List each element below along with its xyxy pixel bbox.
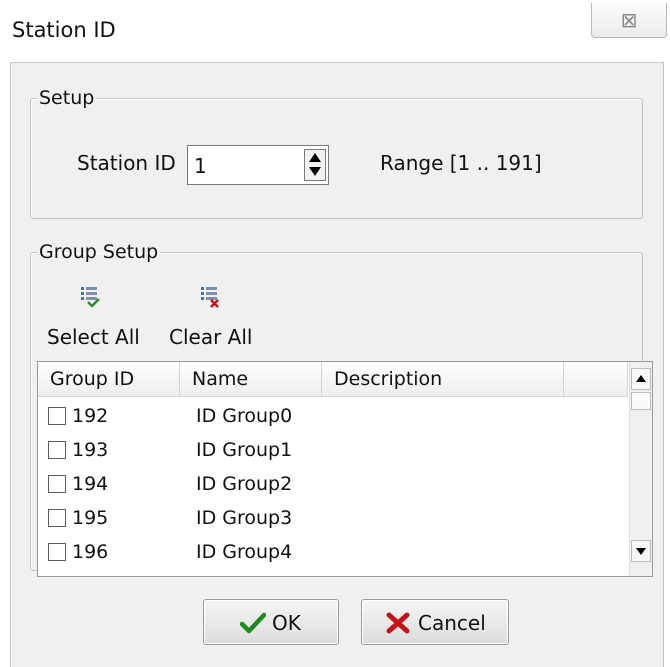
ok-label[interactable]: OK: [272, 611, 301, 635]
check-icon: [240, 612, 266, 634]
row-checkbox[interactable]: [48, 543, 66, 561]
list-item[interactable]: 193 ID Group1: [38, 434, 628, 468]
cancel-label[interactable]: Cancel: [418, 611, 486, 635]
scroll-down-button[interactable]: [631, 540, 651, 562]
row-group-id: 196: [72, 541, 109, 563]
vertical-scrollbar[interactable]: [629, 362, 652, 576]
clear-all-button[interactable]: Clear All: [169, 285, 259, 355]
close-button[interactable]: ⊠: [591, 3, 667, 38]
row-name: ID Group0: [196, 405, 293, 427]
row-group-id: 193: [72, 439, 109, 461]
row-group-id: 192: [72, 405, 109, 427]
row-name: ID Group4: [196, 541, 293, 563]
row-checkbox[interactable]: [48, 475, 66, 493]
window-title: Station ID: [12, 18, 116, 42]
group-list[interactable]: Group ID Name Description 192 ID Group0 …: [37, 361, 653, 577]
clear-all-label[interactable]: Clear All: [169, 325, 252, 349]
list-header: Group ID Name Description: [38, 362, 628, 397]
list-item[interactable]: 196 ID Group4: [38, 536, 628, 570]
close-icon[interactable]: ⊠: [592, 8, 666, 32]
spin-buttons[interactable]: [304, 149, 326, 181]
setup-legend: Setup: [39, 87, 95, 109]
row-group-id: 194: [72, 473, 109, 495]
row-group-id: 195: [72, 507, 109, 529]
station-id-label: Station ID: [77, 151, 176, 175]
row-checkbox[interactable]: [48, 509, 66, 527]
select-all-icon: [81, 287, 100, 308]
column-header-filler: [564, 362, 628, 396]
station-id-dialog: Station ID ⊠ Setup Station ID 1 Range [1…: [0, 0, 670, 667]
row-name: ID Group1: [196, 439, 293, 461]
column-header-group-id[interactable]: Group ID: [38, 362, 180, 396]
list-item[interactable]: 192 ID Group0: [38, 400, 628, 434]
column-header-description[interactable]: Description: [322, 362, 564, 396]
clear-all-icon: [201, 287, 219, 308]
select-all-label[interactable]: Select All: [47, 325, 140, 349]
select-all-button[interactable]: Select All: [47, 285, 157, 355]
column-header-name[interactable]: Name: [180, 362, 322, 396]
scroll-thumb[interactable]: [631, 392, 651, 410]
station-id-input[interactable]: 1: [194, 154, 207, 178]
cancel-button[interactable]: Cancel: [361, 599, 509, 645]
scroll-up-icon[interactable]: [636, 375, 646, 382]
list-item[interactable]: 194 ID Group2: [38, 468, 628, 502]
group-setup-legend: Group Setup: [39, 241, 159, 263]
row-checkbox[interactable]: [48, 441, 66, 459]
scroll-up-button[interactable]: [631, 368, 651, 390]
scroll-down-icon[interactable]: [636, 548, 646, 555]
x-icon: [386, 612, 410, 634]
row-name: ID Group2: [196, 473, 293, 495]
spin-up-icon[interactable]: [309, 153, 321, 162]
ok-button[interactable]: OK: [203, 599, 339, 645]
dialog-client-area: Setup Station ID 1 Range [1 .. 191] Grou…: [10, 62, 664, 667]
list-item[interactable]: 195 ID Group3: [38, 502, 628, 536]
range-text: Range [1 .. 191]: [380, 151, 542, 175]
station-id-spinbox[interactable]: 1: [187, 145, 329, 185]
spin-down-icon[interactable]: [309, 167, 321, 176]
row-checkbox[interactable]: [48, 407, 66, 425]
title-bar: Station ID ⊠: [0, 0, 670, 62]
row-name: ID Group3: [196, 507, 293, 529]
